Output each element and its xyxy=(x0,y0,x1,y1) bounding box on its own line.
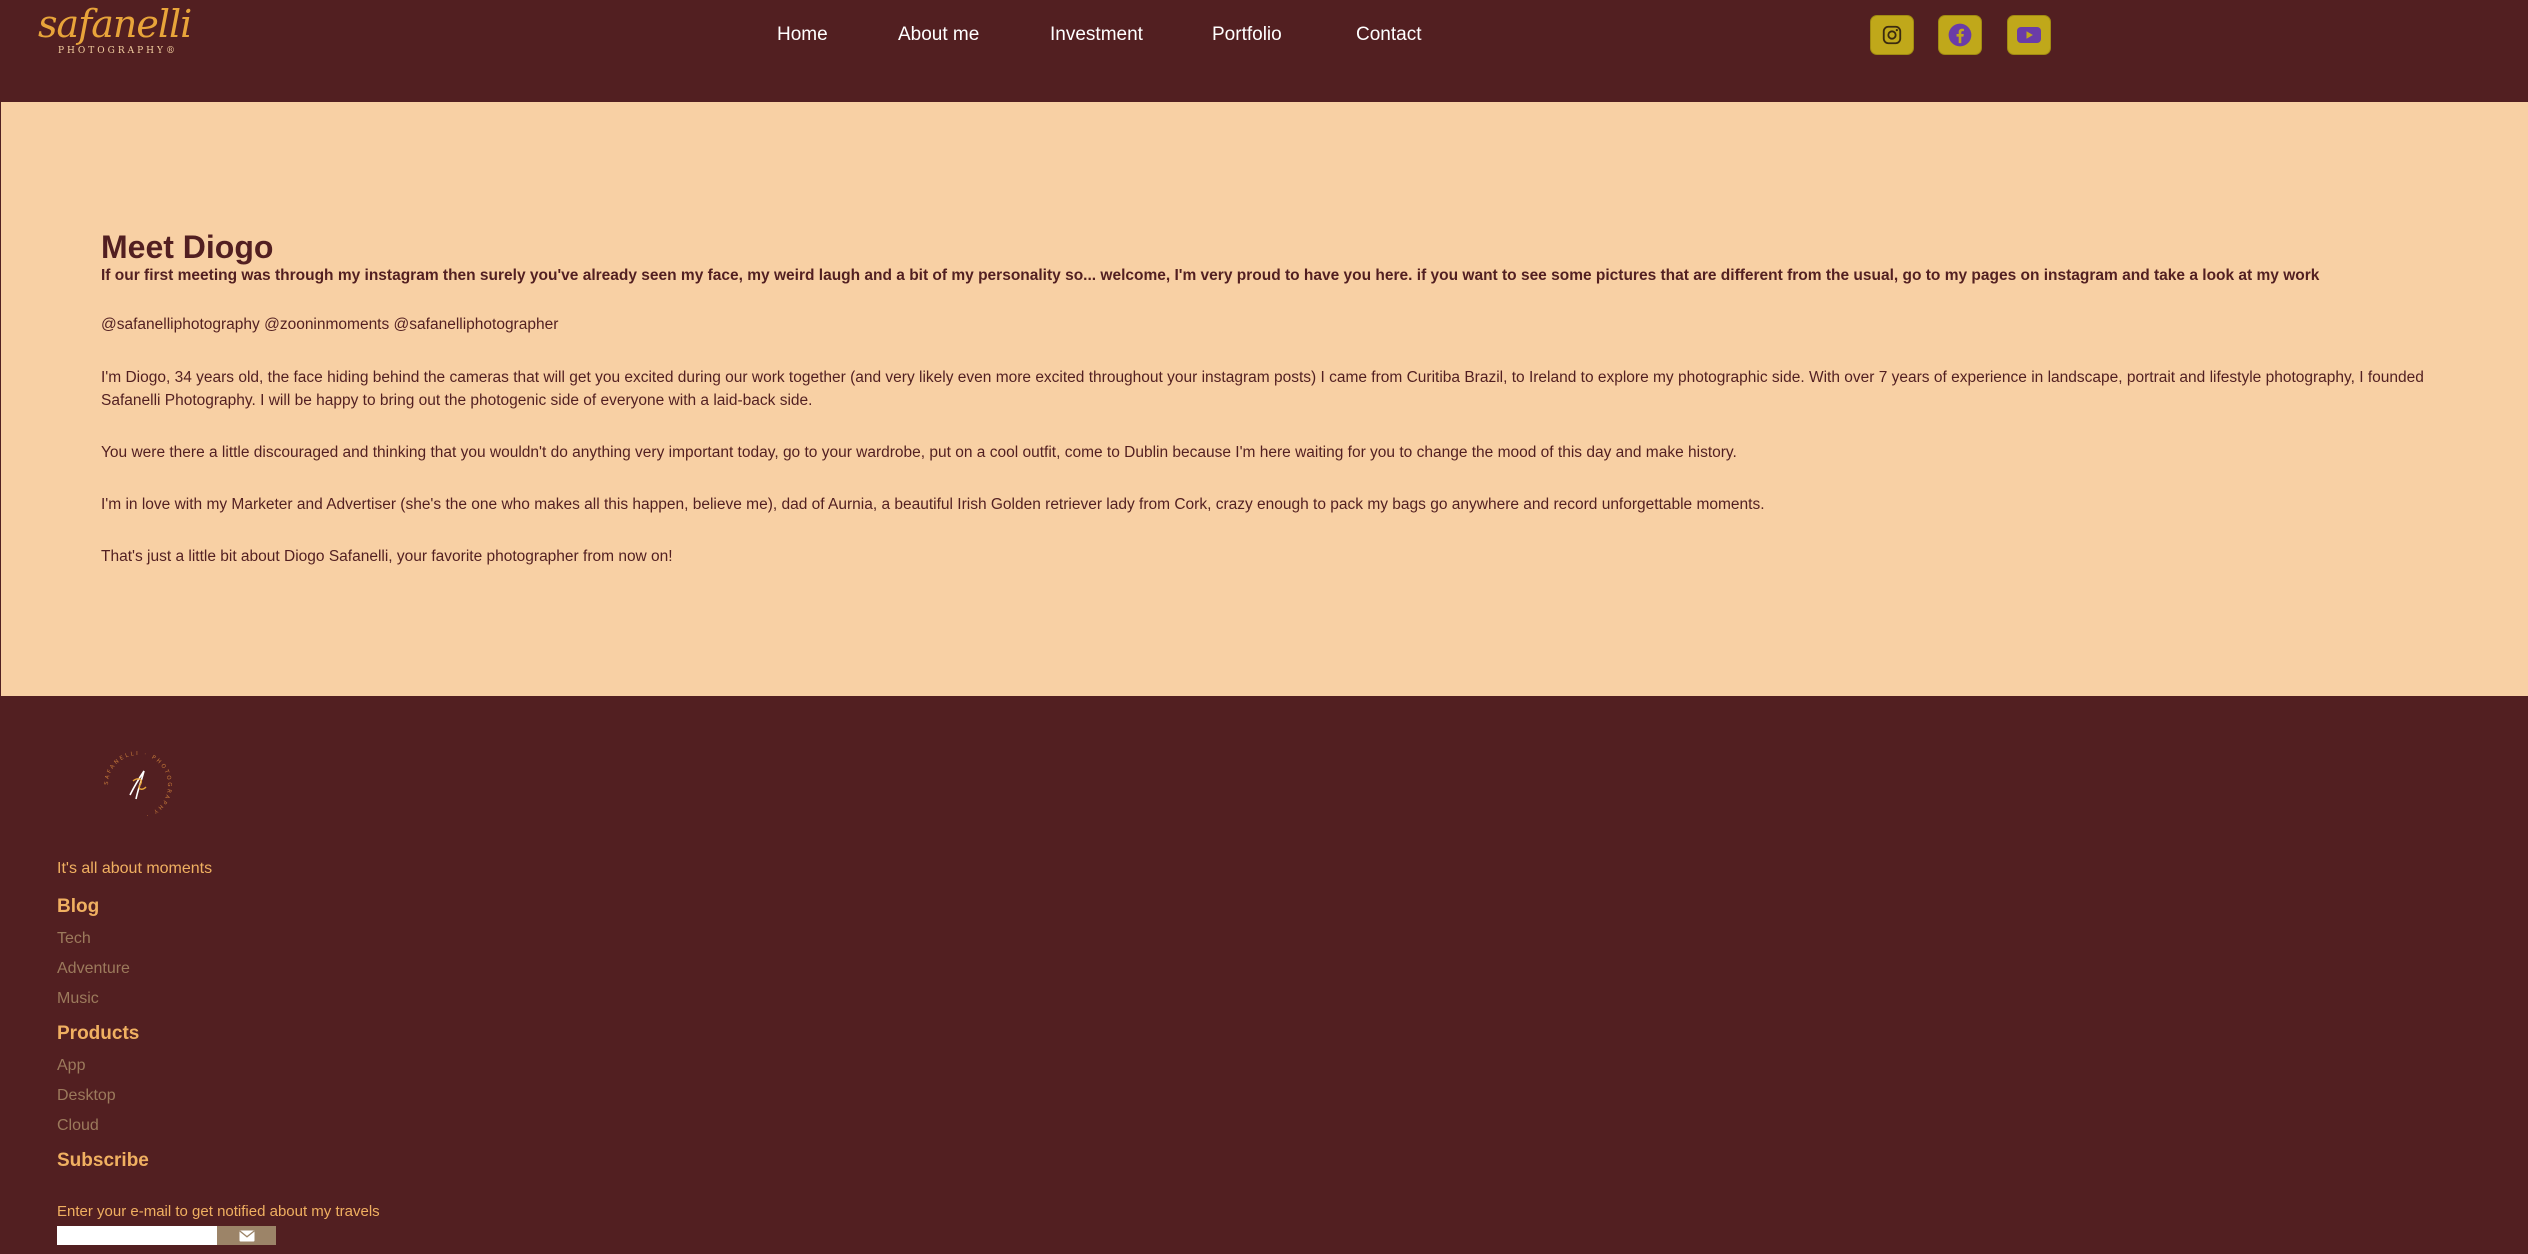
brand-logo[interactable]: safanelli PHOTOGRAPHY® xyxy=(38,2,192,64)
footer-link-adventure[interactable]: Adventure xyxy=(57,960,130,978)
footer-link-cloud[interactable]: Cloud xyxy=(57,1117,99,1135)
footer-link-desktop[interactable]: Desktop xyxy=(57,1087,116,1105)
youtube-button[interactable] xyxy=(2007,15,2051,55)
about-closing: That's just a little bit about Diogo Saf… xyxy=(101,548,673,565)
subscribe-description: Enter your e-mail to get notified about … xyxy=(57,1203,380,1220)
footer-tagline: It's all about moments xyxy=(57,860,213,877)
footer-link-app[interactable]: App xyxy=(57,1057,85,1075)
nav-about-me[interactable]: About me xyxy=(898,24,979,46)
footer-link-music[interactable]: Music xyxy=(57,990,99,1008)
page-title: Meet Diogo xyxy=(101,229,274,265)
facebook-icon xyxy=(1948,23,1972,47)
brand-logo-subtitle: PHOTOGRAPHY® xyxy=(58,46,178,56)
about-invite: You were there a little discouraged and … xyxy=(101,444,1737,461)
footer-emblem-logo: SAFANELLI · PHOTOGRAPHY · xyxy=(100,747,176,823)
nav-contact[interactable]: Contact xyxy=(1356,24,1421,46)
site-header: safanelli PHOTOGRAPHY® Home About me Inv… xyxy=(0,0,2528,102)
footer-link-tech[interactable]: Tech xyxy=(57,930,91,948)
nav-investment[interactable]: Investment xyxy=(1050,24,1143,46)
about-handles: @safanelliphotography @zooninmoments @sa… xyxy=(101,316,559,333)
envelope-icon xyxy=(238,1229,255,1241)
subscribe-email-input[interactable] xyxy=(57,1226,217,1245)
footer-emblem-text: SAFANELLI · PHOTOGRAPHY · xyxy=(104,751,170,818)
facebook-button[interactable] xyxy=(1938,15,1982,55)
footer-subscribe-heading: Subscribe xyxy=(57,1150,149,1171)
instagram-button[interactable] xyxy=(1870,15,1914,55)
nav-home[interactable]: Home xyxy=(777,24,828,46)
about-intro: If our first meeting was through my inst… xyxy=(101,267,2320,284)
svg-text:SAFANELLI · PHOTOGRAPHY ·: SAFANELLI · PHOTOGRAPHY · xyxy=(104,751,172,818)
nav-portfolio[interactable]: Portfolio xyxy=(1212,24,1282,46)
youtube-icon xyxy=(2017,27,2041,43)
subscribe-button[interactable] xyxy=(217,1226,276,1245)
brand-logo-script: safanelli xyxy=(38,2,192,46)
about-personal: I'm in love with my Marketer and Adverti… xyxy=(101,496,1765,513)
about-section: Meet Diogo If our first meeting was thro… xyxy=(1,102,2528,696)
instagram-icon xyxy=(1882,25,1902,45)
footer-products-heading: Products xyxy=(57,1023,140,1044)
footer-blog-heading: Blog xyxy=(57,896,100,917)
about-bio: I'm Diogo, 34 years old, the face hiding… xyxy=(101,369,2424,409)
